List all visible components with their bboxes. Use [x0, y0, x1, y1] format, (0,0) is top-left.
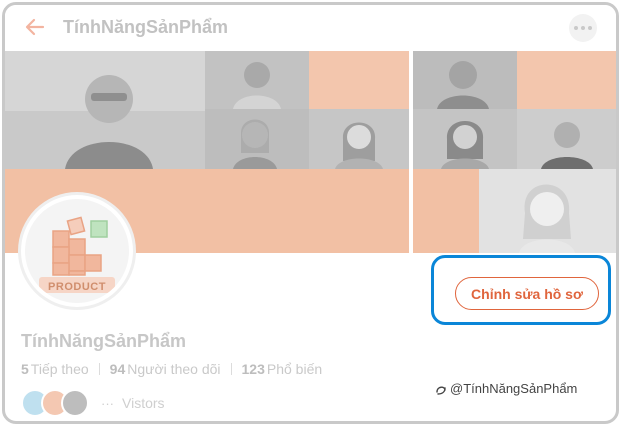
- stat-divider: [230, 363, 232, 375]
- cover-photo-woman: [205, 109, 309, 169]
- watermark: @TínhNăngSảnPhẩm: [434, 381, 577, 396]
- visitors-label: Vistors: [122, 395, 165, 411]
- profile-name: TínhNăngSảnPhẩm: [21, 331, 187, 351]
- more-dot-icon: [581, 26, 585, 30]
- cover-photo-man-3: [413, 51, 517, 109]
- profile-card: TínhNăngSảnPhẩm PRODUCT Chỉnh sửa hồ sơ …: [2, 2, 619, 424]
- watermark-logo-icon: [436, 386, 446, 395]
- stat-popularity[interactable]: 123 Phổ biến: [242, 361, 323, 377]
- more-dot-icon: [588, 26, 592, 30]
- header-bar: TínhNăngSảnPhẩm: [5, 5, 616, 51]
- page-title: TínhNăngSảnPhẩm: [63, 17, 229, 37]
- cover-photo-woman-2: [309, 109, 409, 169]
- cover-tile: [413, 169, 479, 253]
- cover-photo-woman-3: [413, 109, 517, 169]
- visitor-avatar: [61, 389, 89, 417]
- cover-photo-woman-4: [479, 169, 616, 253]
- stat-followers[interactable]: 94 Người theo dõi: [110, 361, 221, 377]
- more-options-button[interactable]: [569, 14, 597, 42]
- stat-label: Người theo dõi: [127, 361, 221, 377]
- cover-divider: [409, 51, 413, 253]
- stat-label: Phổ biến: [266, 361, 323, 377]
- more-dot-icon: [574, 26, 578, 30]
- back-arrow-icon[interactable]: [23, 15, 47, 39]
- product-logo-text: PRODUCT: [48, 281, 106, 293]
- watermark-text: @TínhNăngSảnPhẩm: [450, 381, 578, 396]
- cover-tile: [517, 51, 616, 109]
- cover-tile: [309, 51, 409, 109]
- cover-photo-man-2: [205, 51, 309, 109]
- visitors-more-icon: ···: [101, 395, 114, 411]
- stat-following[interactable]: 5 Tiếp theo: [21, 361, 89, 377]
- stat-value: 123: [241, 361, 265, 377]
- avatar[interactable]: PRODUCT: [21, 195, 133, 307]
- profile-stats: 5 Tiếp theo 94 Người theo dõi 123 Phổ biến: [21, 361, 322, 377]
- edit-profile-button[interactable]: Chỉnh sửa hồ sơ: [455, 277, 599, 310]
- product-logo: PRODUCT: [25, 199, 129, 303]
- stat-divider: [98, 363, 100, 375]
- visitors-row[interactable]: ··· Vistors: [21, 389, 165, 417]
- stat-label: Tiếp theo: [30, 361, 89, 377]
- stat-value: 5: [21, 361, 29, 377]
- cover-photo-man-4: [517, 109, 616, 169]
- cover-photo-man: [5, 51, 205, 169]
- stat-value: 94: [109, 361, 126, 377]
